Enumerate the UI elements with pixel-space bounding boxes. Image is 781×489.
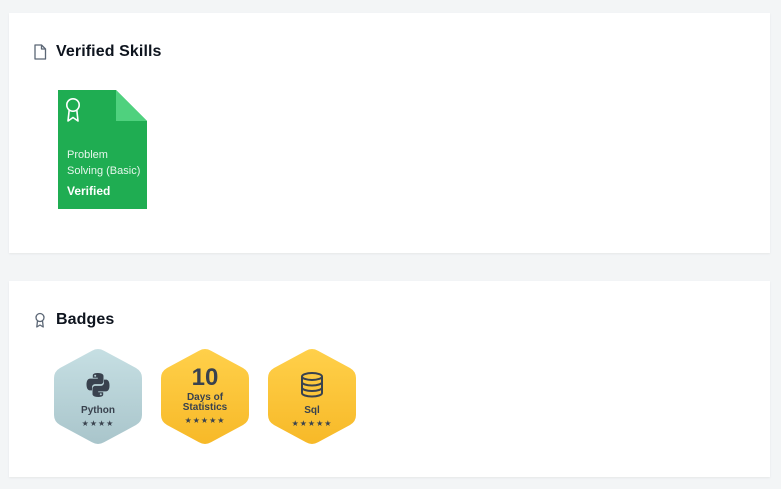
badge-sql[interactable]: Sql ★★★★★ <box>267 347 357 446</box>
badge-ribbon-icon <box>33 312 47 328</box>
python-logo-icon <box>85 368 111 398</box>
verified-skills-header: Verified Skills <box>33 43 162 61</box>
badge-label: Python <box>81 405 115 416</box>
badges-header: Badges <box>33 311 114 329</box>
database-icon <box>299 368 325 398</box>
badges-card: Badges Python ★★★★ 10 Days of Statistics… <box>9 281 770 477</box>
certificate-corner-fold <box>116 90 147 121</box>
badge-stars: ★★★★ <box>81 419 115 428</box>
award-ribbon-icon <box>64 97 82 123</box>
badge-python[interactable]: Python ★★★★ <box>53 347 143 446</box>
badge-label-line2: Statistics <box>182 402 228 413</box>
badge-label: Sql <box>304 405 320 416</box>
section-title: Badges <box>56 311 115 328</box>
badge-number: 10 <box>191 364 219 391</box>
verified-skills-card: Verified Skills Problem Solving (Basic) … <box>9 13 770 253</box>
document-icon <box>33 44 47 60</box>
section-title: Verified Skills <box>56 43 162 60</box>
badge-10-days-of-statistics[interactable]: 10 Days of Statistics ★★★★★ <box>160 347 250 446</box>
certificate-name: Problem Solving (Basic) <box>67 149 141 177</box>
badge-stars: ★★★★★ <box>291 419 333 428</box>
certificate-status: Verified <box>67 184 111 198</box>
badge-stars: ★★★★★ <box>184 416 226 425</box>
